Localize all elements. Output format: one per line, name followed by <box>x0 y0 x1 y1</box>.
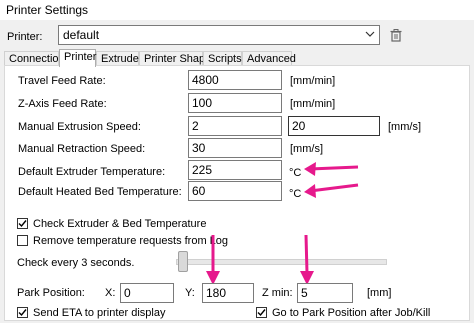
tab-advanced[interactable]: Advanced <box>242 51 296 66</box>
send-eta-label: Send ETA to printer display <box>33 307 166 319</box>
annotation-arrows-park <box>206 234 314 285</box>
tab-printer[interactable]: Printer <box>59 49 96 67</box>
go-to-park-checkbox[interactable] <box>256 307 267 318</box>
send-eta-checkbox[interactable] <box>17 307 28 318</box>
trash-icon[interactable] <box>390 29 402 45</box>
manual-extrusion-speed-label: Manual Extrusion Speed: <box>18 121 141 133</box>
z-axis-feed-rate-input[interactable]: 100 <box>188 93 282 113</box>
travel-feed-rate-label: Travel Feed Rate: <box>18 75 106 87</box>
check-temp-label: Check Extruder & Bed Temperature <box>33 218 207 230</box>
printer-select[interactable]: default <box>58 25 380 45</box>
annotation-arrows-temperature <box>304 162 359 198</box>
tab-scripts[interactable]: Scripts <box>203 51 242 66</box>
park-x-input[interactable]: 0 <box>120 283 174 303</box>
tab-printer-shape[interactable]: Printer Shape <box>139 51 211 66</box>
default-extruder-temp-label: Default Extruder Temperature: <box>18 166 166 178</box>
go-to-park-label: Go to Park Position after Job/Kill <box>272 307 431 319</box>
check-interval-slider-thumb[interactable] <box>178 251 188 272</box>
remove-temp-requests-checkbox[interactable] <box>17 235 28 246</box>
manual-extrusion-speed-max-input[interactable]: 20 <box>288 116 380 136</box>
park-position-label: Park Position: <box>17 287 85 299</box>
default-extruder-temp-input[interactable]: 225 <box>188 160 282 180</box>
window-title: Printer Settings <box>6 3 89 17</box>
z-axis-feed-rate-unit: [mm/min] <box>290 98 336 110</box>
park-zmin-input[interactable]: 5 <box>297 283 353 303</box>
check-temp-checkbox[interactable] <box>17 218 28 229</box>
default-bed-temp-input[interactable]: 60 <box>188 181 282 201</box>
check-every-label: Check every 3 seconds. <box>17 257 135 269</box>
tab-connection[interactable]: Connection <box>4 51 65 66</box>
title-bar: Printer Settings <box>0 0 474 20</box>
park-y-label: Y: <box>185 287 195 299</box>
travel-feed-rate-unit: [mm/min] <box>290 75 336 87</box>
manual-retraction-speed-label: Manual Retraction Speed: <box>18 143 146 155</box>
park-y-input[interactable]: 180 <box>202 283 254 303</box>
park-unit: [mm] <box>367 287 392 299</box>
remove-temp-requests-label: Remove temperature requests from Log <box>33 235 229 247</box>
printer-select-value: default <box>63 28 100 42</box>
chevron-down-icon[interactable] <box>365 29 375 42</box>
manual-extrusion-speed-input[interactable]: 2 <box>188 116 282 136</box>
manual-retraction-speed-unit: [mm/s] <box>290 143 323 155</box>
printer-label: Printer: <box>7 31 43 43</box>
manual-retraction-speed-input[interactable]: 30 <box>188 138 282 158</box>
default-bed-temp-label: Default Heated Bed Temperature: <box>18 186 182 198</box>
manual-extrusion-speed-unit: [mm/s] <box>388 121 421 133</box>
park-x-label: X: <box>105 287 116 299</box>
z-axis-feed-rate-label: Z-Axis Feed Rate: <box>18 98 107 110</box>
tab-extruder[interactable]: Extruder <box>96 51 143 66</box>
travel-feed-rate-input[interactable]: 4800 <box>188 70 282 90</box>
park-zmin-label: Z min: <box>262 287 293 299</box>
